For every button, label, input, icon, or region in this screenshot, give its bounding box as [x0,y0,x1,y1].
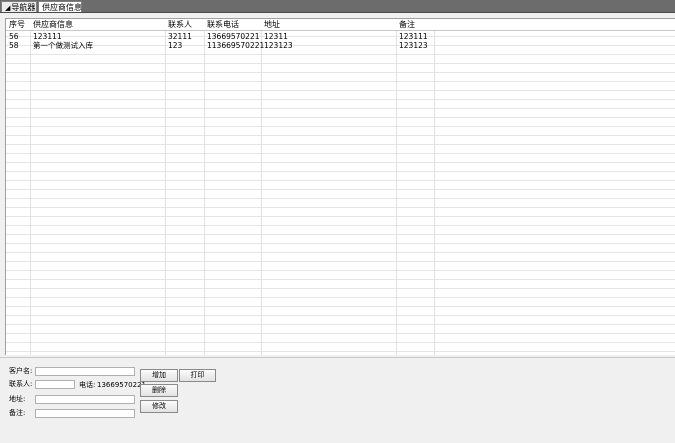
cell-phone: 113669570221 [207,41,265,50]
tab-navigator[interactable]: ◢导航器 [1,1,37,12]
column-divider [204,19,205,355]
header-id[interactable]: 序号 [9,19,25,30]
supplier-table[interactable]: 序号 供应商信息 联系人 联系电话 地址 备注 56 123111 32111 … [5,18,675,355]
cell-phone: 13669570221 [207,32,260,41]
address-label: 地址: [9,395,26,403]
add-button[interactable]: 增加 [140,369,178,382]
panel-divider [0,357,675,358]
cell-contact: 123 [168,41,183,50]
column-divider [396,19,397,355]
remark-label: 备注: [9,409,26,417]
header-phone[interactable]: 联系电话 [207,19,239,30]
contact-label: 联系人: [9,380,33,388]
cell-id: 58 [9,41,19,50]
phone-value[interactable]: 13669570221 [97,381,146,390]
table-header: 序号 供应商信息 联系人 联系电话 地址 备注 [6,19,675,31]
cell-address: 123123 [264,41,293,50]
table-row[interactable]: 56 123111 32111 13669570221 12311 123111 [6,32,675,41]
cell-id: 56 [9,32,19,41]
cell-supplier: 第一个做测试入库 [33,41,93,50]
tab-supplier-info-label: 供应商信息 [42,3,82,12]
delete-button[interactable]: 删除 [140,384,178,397]
column-divider [434,19,435,355]
tab-navigator-label: 导航器 [11,3,36,12]
back-arrow-icon: ◢ [5,4,11,12]
header-address[interactable]: 地址 [264,19,280,30]
cell-address: 12311 [264,32,288,41]
cell-remark: 123123 [399,41,428,50]
customer-label: 客户名: [9,367,33,375]
column-divider [30,19,31,355]
address-input[interactable] [35,395,135,404]
modify-button[interactable]: 修改 [140,400,178,413]
table-row[interactable]: 58 第一个做测试入库 123 113669570221 123123 1231… [6,41,675,50]
header-contact[interactable]: 联系人 [168,19,192,30]
cell-remark: 123111 [399,32,428,41]
contact-input[interactable] [35,380,75,389]
phone-label: 电话: [79,381,96,389]
cell-supplier: 123111 [33,32,62,41]
remark-input[interactable] [35,409,135,418]
print-button[interactable]: 打印 [179,369,216,382]
header-supplier[interactable]: 供应商信息 [33,19,73,30]
tab-supplier-info[interactable]: 供应商信息 [38,1,82,12]
cell-contact: 32111 [168,32,192,41]
customer-input[interactable] [35,367,135,376]
column-divider [165,19,166,355]
header-remark[interactable]: 备注 [399,19,415,30]
tab-bar: ◢导航器 供应商信息 [0,0,675,13]
column-divider [261,19,262,355]
